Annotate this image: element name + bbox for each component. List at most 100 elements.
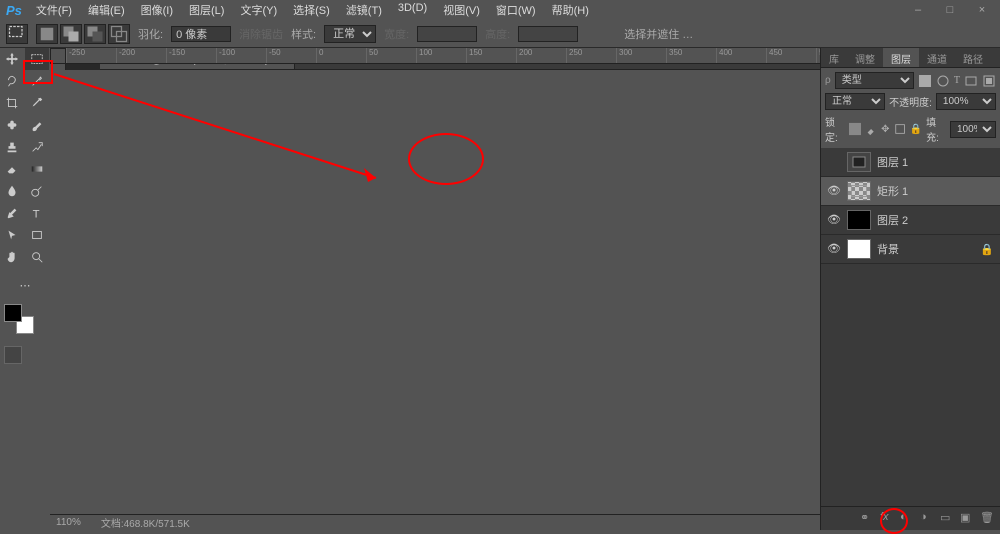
layer-item[interactable]: 👁 背景 🔒 (821, 235, 1000, 264)
quick-mask[interactable] (4, 346, 22, 364)
ruler-origin[interactable] (50, 48, 66, 64)
opacity-label: 不透明度: (889, 94, 932, 109)
lock-transparency-icon[interactable] (849, 122, 861, 136)
lock-all-icon[interactable]: 🔒 (910, 124, 922, 135)
tab-layers[interactable]: 图层 (883, 48, 919, 67)
blend-mode-select[interactable]: 正常 (825, 93, 885, 110)
filter-smart-icon[interactable] (982, 74, 996, 88)
lock-artboard-icon[interactable] (894, 122, 906, 136)
layer-thumbnail[interactable] (847, 239, 871, 259)
layer-mask-icon[interactable]: ◐ (900, 511, 916, 527)
filter-shape-icon[interactable] (964, 74, 978, 88)
layer-list: 图层 1 👁 矩形 1 👁 图层 2 👁 背景 🔒 (821, 148, 1000, 506)
path-select-tool[interactable] (0, 224, 24, 246)
stamp-tool[interactable] (0, 136, 24, 158)
filter-type-icon[interactable]: T (954, 75, 960, 86)
healing-tool[interactable] (0, 114, 24, 136)
close-button[interactable]: × (970, 4, 994, 16)
layer-name[interactable]: 背景 (877, 241, 899, 257)
menu-window[interactable]: 窗口(W) (490, 0, 542, 20)
new-selection-icon[interactable] (36, 24, 58, 44)
layer-thumbnail[interactable] (847, 152, 871, 172)
more-tools[interactable]: ⋯ (0, 274, 50, 296)
group-icon[interactable]: ▭ (940, 511, 956, 527)
vertical-ruler[interactable] (50, 64, 66, 70)
window-controls: – □ × (906, 4, 994, 16)
menu-select[interactable]: 选择(S) (287, 0, 336, 20)
foreground-color[interactable] (4, 304, 22, 322)
move-tool[interactable] (0, 48, 24, 70)
layer-fx-icon[interactable]: fx (880, 511, 896, 527)
link-layers-icon[interactable]: ⚭ (860, 511, 876, 527)
tab-channels[interactable]: 通道 (919, 48, 955, 67)
menu-file[interactable]: 文件(F) (30, 0, 78, 20)
menu-3d[interactable]: 3D(D) (392, 0, 433, 20)
width-label: 宽度: (384, 26, 409, 42)
minimize-button[interactable]: – (906, 4, 930, 16)
tab-paths[interactable]: 路径 (955, 48, 991, 67)
history-brush-tool[interactable] (25, 136, 49, 158)
options-bar: 羽化: 消除锯齿 样式: 正常 宽度: 高度: 选择并遮住 … (0, 20, 1000, 48)
delete-layer-icon[interactable]: 🗑 (980, 511, 996, 527)
menu-help[interactable]: 帮助(H) (546, 0, 595, 20)
intersect-selection-icon[interactable] (108, 24, 130, 44)
style-label: 样式: (291, 26, 316, 42)
gradient-tool[interactable] (25, 158, 49, 180)
lock-position-icon[interactable]: ✥ (881, 124, 889, 135)
menu-layer[interactable]: 图层(L) (183, 0, 230, 20)
menu-filter[interactable]: 滤镜(T) (340, 0, 388, 20)
doc-info[interactable]: 文档:468.8K/571.5K (101, 515, 190, 530)
dodge-tool[interactable] (25, 180, 49, 202)
blur-tool[interactable] (0, 180, 24, 202)
layer-item[interactable]: 👁 矩形 1 (821, 177, 1000, 206)
filter-kind-select[interactable]: 类型 (835, 72, 914, 89)
brush-tool[interactable] (25, 114, 49, 136)
tab-adjustments[interactable]: 调整 (847, 48, 883, 67)
add-selection-icon[interactable] (60, 24, 82, 44)
zoom-level[interactable]: 110% (56, 517, 81, 528)
crop-tool[interactable] (0, 92, 24, 114)
visibility-toggle[interactable] (827, 155, 841, 169)
rectangle-tool[interactable] (25, 224, 49, 246)
fill-input[interactable]: 100% (950, 121, 996, 138)
tool-preset-icon[interactable] (6, 24, 28, 44)
color-swatch[interactable] (4, 304, 34, 334)
layer-thumbnail[interactable] (847, 210, 871, 230)
visibility-toggle[interactable]: 👁 (827, 184, 841, 198)
layer-name[interactable]: 图层 2 (877, 212, 908, 228)
eyedropper-tool[interactable] (25, 92, 49, 114)
lock-paint-icon[interactable] (865, 122, 877, 136)
eraser-tool[interactable] (0, 158, 24, 180)
menu-view[interactable]: 视图(V) (437, 0, 486, 20)
filter-adjust-icon[interactable] (936, 74, 950, 88)
lasso-tool[interactable] (0, 70, 24, 92)
layer-item[interactable]: 👁 图层 2 (821, 206, 1000, 235)
menu-type[interactable]: 文字(Y) (234, 0, 283, 20)
toolbox: T ⋯ (0, 48, 50, 530)
style-select[interactable]: 正常 (324, 25, 376, 43)
filter-pixel-icon[interactable] (918, 74, 932, 88)
marquee-tool[interactable] (25, 48, 49, 70)
new-layer-icon[interactable]: ▣ (960, 511, 976, 527)
menu-image[interactable]: 图像(I) (135, 0, 179, 20)
maximize-button[interactable]: □ (938, 4, 962, 16)
magic-wand-tool[interactable] (25, 70, 49, 92)
select-mask-button[interactable]: 选择并遮住 … (624, 26, 693, 42)
type-tool[interactable]: T (25, 202, 49, 224)
right-panels: 库 调整 图层 通道 路径 ρ 类型 T 正常 不透明度: 100% 锁定: ✥… (820, 48, 1000, 530)
opacity-input[interactable]: 100% (936, 93, 996, 110)
tab-library[interactable]: 库 (821, 48, 847, 67)
pen-tool[interactable] (0, 202, 24, 224)
layer-name[interactable]: 矩形 1 (877, 183, 908, 199)
zoom-tool[interactable] (25, 246, 49, 268)
menu-edit[interactable]: 编辑(E) (82, 0, 131, 20)
feather-input[interactable] (171, 26, 231, 42)
visibility-toggle[interactable]: 👁 (827, 242, 841, 256)
hand-tool[interactable] (0, 246, 24, 268)
subtract-selection-icon[interactable] (84, 24, 106, 44)
adjustment-layer-icon[interactable]: ◑ (920, 511, 936, 527)
layer-item[interactable]: 图层 1 (821, 148, 1000, 177)
visibility-toggle[interactable]: 👁 (827, 213, 841, 227)
layer-name[interactable]: 图层 1 (877, 154, 908, 170)
layer-thumbnail[interactable] (847, 181, 871, 201)
